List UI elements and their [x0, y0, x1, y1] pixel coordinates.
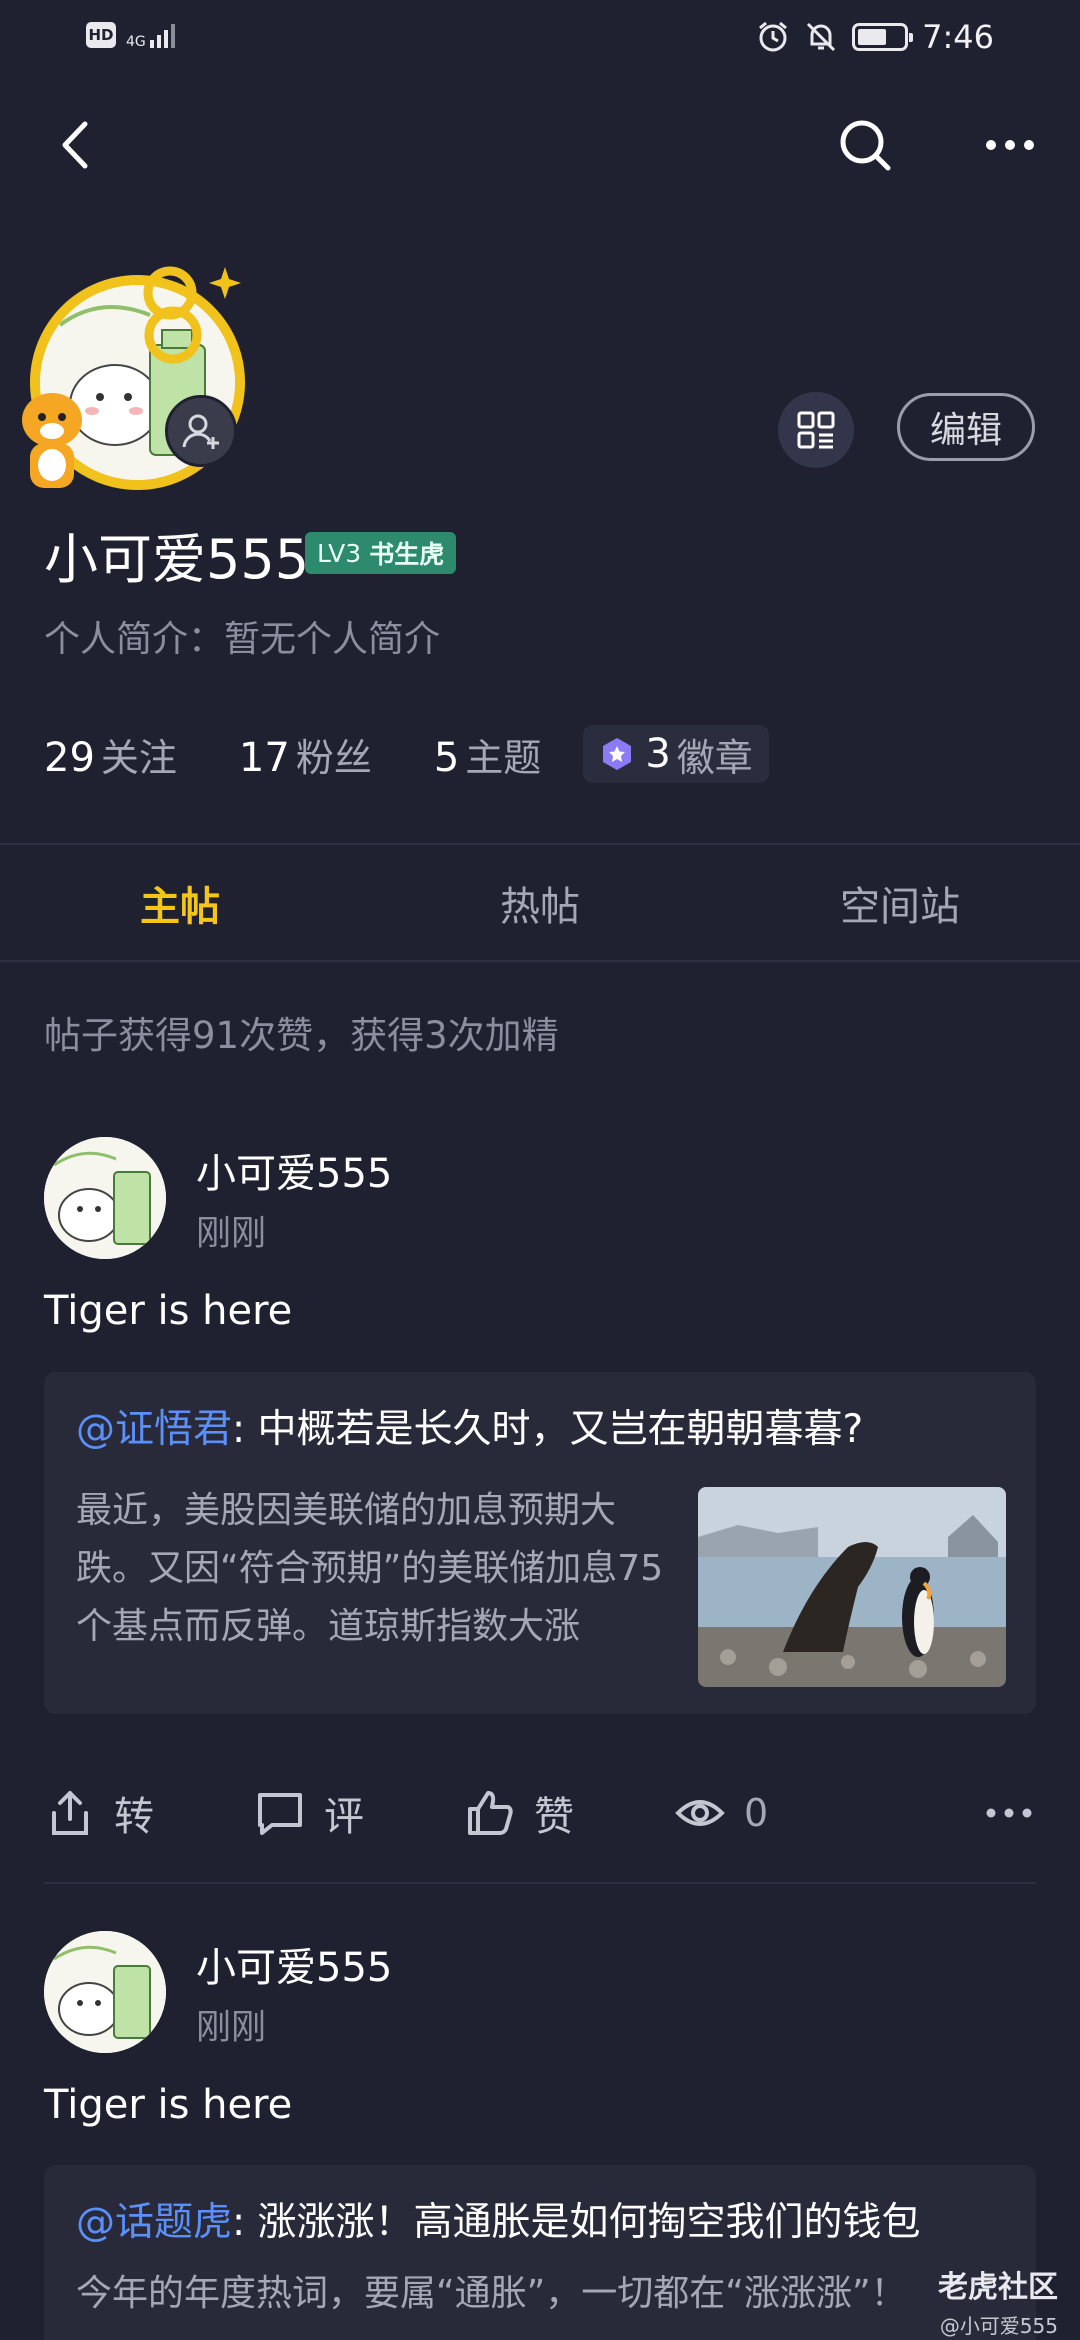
profile-page: HD 4G 7:46 编辑 小可爱555 LV3 书生虎 个人简介：暂无个人简介… [0, 0, 1080, 2340]
quoted-post-thumbnail [698, 1487, 1006, 1687]
quoted-post-title: @话题虎: 涨涨涨！高通胀是如何掏空我们的钱包 [76, 2200, 921, 2245]
tab-main-posts[interactable]: 主帖 [0, 845, 360, 960]
watermark-user: @小可爱555 [939, 2314, 1058, 2338]
quoted-post-excerpt: 今年的年度热词，要属“通胀”，一切都在“涨涨涨”！ [76, 2273, 907, 2314]
stat-followers[interactable]: 17 粉丝 [239, 727, 372, 782]
more-dots-icon [986, 140, 1034, 150]
views-count: 0 [744, 1791, 769, 1835]
tab-hot-posts[interactable]: 热帖 [360, 845, 720, 960]
seal-penguin-photo [698, 1487, 1006, 1687]
profile-bio: 个人简介：暂无个人简介 [44, 619, 441, 660]
quoted-post-excerpt: 最近，美股因美联储的加息预期大跌。又因“符合预期”的美联储加息75个基点而反弹。… [76, 1490, 664, 1647]
tiger-mascot-icon [22, 393, 82, 488]
stat-following[interactable]: 29 关注 [44, 727, 177, 782]
thumbs-up-icon [468, 1791, 513, 1835]
posts-summary: 帖子获得91次赞，获得3次加精 [44, 1014, 559, 1057]
gold-ribbon-icon [143, 266, 241, 364]
post-time: 刚刚 [196, 2008, 267, 2048]
battery-icon [852, 23, 914, 51]
mention-link[interactable]: @证悟君 [76, 1407, 232, 1452]
add-friend-button[interactable] [165, 395, 237, 467]
cartoon-avatar-icon [44, 1137, 166, 1259]
mute-icon [807, 22, 836, 52]
tabs-divider [0, 960, 1080, 962]
profile-avatar[interactable] [20, 265, 260, 495]
views-indicator: 0 [674, 1773, 768, 1853]
share-label: 转 [114, 1794, 154, 1840]
network-indicator: 4G [126, 22, 180, 49]
like-button[interactable]: 赞 [464, 1773, 574, 1853]
post-actions: 转 评 赞 0 [44, 1773, 1044, 1853]
back-button[interactable] [40, 110, 110, 180]
edit-profile-button[interactable]: 编辑 [897, 393, 1035, 461]
post-text[interactable]: Tiger is here [44, 2082, 292, 2128]
signal-icon [149, 24, 175, 48]
profile-stats: 29 关注 17 粉丝 5 主题 3 徽章 [44, 725, 769, 783]
post-text[interactable]: Tiger is here [44, 1288, 292, 1334]
clock: 7:46 [922, 18, 994, 56]
search-button[interactable] [830, 110, 900, 180]
post-divider [44, 1882, 1036, 1884]
status-bar: HD 4G 7:46 [0, 0, 1080, 80]
watermark-brand: 老虎社区 [938, 2270, 1058, 2305]
search-icon [840, 120, 891, 171]
share-button[interactable]: 转 [44, 1773, 154, 1853]
level-title: 书生虎 [369, 540, 445, 569]
quoted-post-title: @证悟君: 中概若是长久时，又岂在朝朝暮暮? [76, 1407, 864, 1452]
post-header[interactable]: 小可爱555 刚刚 [44, 1931, 1044, 2056]
share-icon [52, 1791, 88, 1835]
comment-icon [258, 1793, 302, 1835]
quoted-post-card[interactable]: @证悟君: 中概若是长久时，又岂在朝朝暮暮? 最近，美股因美联储的加息预期大跌。… [44, 1372, 1036, 1714]
like-label: 赞 [534, 1794, 574, 1840]
mention-link[interactable]: @话题虎 [76, 2200, 232, 2245]
add-user-icon [182, 414, 219, 449]
more-dots-icon [986, 1808, 1032, 1818]
watermark: 老虎社区 @小可爱555 [938, 2262, 1058, 2339]
cartoon-avatar-icon [44, 1931, 166, 2053]
level-text: LV3 [317, 538, 362, 568]
qr-code-icon [797, 411, 835, 449]
post-author[interactable]: 小可爱555 [196, 1141, 392, 1199]
stat-badges[interactable]: 3 徽章 [583, 725, 769, 783]
hd-indicator: HD [86, 22, 116, 48]
back-arrow-icon [62, 121, 88, 169]
stat-topics[interactable]: 5 主题 [434, 727, 541, 782]
badge-gem-icon [603, 738, 632, 770]
post-time: 刚刚 [196, 1214, 267, 1254]
eye-icon [675, 1800, 725, 1826]
comment-button[interactable]: 评 [254, 1773, 364, 1853]
post-avatar[interactable] [44, 1931, 166, 2053]
alarm-icon [759, 21, 788, 52]
post-header[interactable]: 小可爱555 刚刚 [44, 1137, 1044, 1262]
post-author[interactable]: 小可爱555 [196, 1935, 392, 1993]
post-more-button[interactable] [986, 1773, 1032, 1853]
level-badge[interactable]: LV3 书生虎 [305, 532, 457, 574]
post-avatar[interactable] [44, 1137, 166, 1259]
quoted-post-card[interactable]: @话题虎: 涨涨涨！高通胀是如何掏空我们的钱包 今年的年度热词，要属“通胀”，一… [44, 2165, 1036, 2340]
profile-tabs: 主帖 热帖 空间站 [0, 845, 1080, 960]
tab-space-station[interactable]: 空间站 [720, 845, 1080, 960]
more-options-button[interactable] [970, 110, 1050, 180]
qr-code-button[interactable] [778, 392, 854, 468]
comment-label: 评 [324, 1794, 364, 1840]
profile-username: 小可爱555 [44, 528, 310, 591]
